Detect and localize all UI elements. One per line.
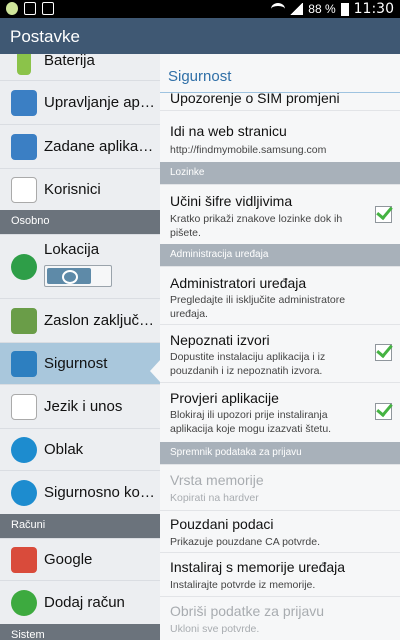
setting-title: Pouzdani podaci	[170, 516, 274, 532]
detail-pane[interactable]: Upozorenje o SIM promjeni Sigurnost Idi …	[160, 54, 400, 640]
setting-verify-apps[interactable]: Provjeri aplikacije Blokiraj ili upozori…	[160, 382, 400, 442]
setting-device-admins[interactable]: Administratori uređaja Pregledajte ili i…	[160, 266, 400, 324]
menu-item-users[interactable]: Korisnici	[0, 168, 160, 210]
menu-item-label: Zadane aplikacije	[44, 138, 156, 155]
setting-subtitle: Dopustite instalaciju aplikacija i iz po…	[170, 351, 326, 377]
menu-item-label: Jezik i unos	[44, 398, 123, 415]
toggle-knob	[47, 268, 91, 284]
section-header-sistem: Sistem	[0, 624, 160, 640]
setting-title: Provjeri aplikacije	[170, 390, 279, 406]
google-icon	[11, 547, 37, 573]
setting-subtitle: Kopirati na hardver	[170, 492, 259, 504]
menu-item-label: Zaslon zaključavanja	[44, 312, 156, 329]
setting-subtitle: Instalirajte potvrde iz memorije.	[170, 579, 316, 591]
notification-icons	[6, 2, 54, 15]
setting-subtitle: Ukloni sve potvrde.	[170, 623, 260, 635]
notification-icon	[6, 2, 18, 15]
pane-title-bar: Sigurnost	[160, 54, 400, 93]
menu-item-lock-screen[interactable]: Zaslon zaključavanja	[0, 298, 160, 342]
status-bar: 88 % 11:30	[0, 0, 400, 18]
menu-item-label: Baterija	[44, 54, 95, 69]
menu-item-language[interactable]: Jezik i unos	[0, 384, 160, 428]
setting-title: Nepoznati izvori	[170, 332, 270, 348]
add-icon	[11, 590, 37, 616]
menu-item-battery[interactable]: Baterija	[0, 54, 160, 80]
battery-icon	[17, 54, 31, 75]
battery-icon	[340, 2, 349, 16]
menu-item-backup[interactable]: Sigurnosno kopiranje	[0, 470, 160, 514]
menu-item-location[interactable]: Lokacija	[0, 234, 160, 298]
menu-item-cloud[interactable]: Oblak	[0, 428, 160, 470]
setting-unknown-sources[interactable]: Nepoznati izvori Dopustite instalaciju a…	[160, 324, 400, 382]
action-bar: Postavke	[0, 18, 400, 54]
menu-item-default-apps[interactable]: Zadane aplikacije	[0, 124, 160, 168]
section-header-storage: Spremnik podataka za prijavu	[160, 442, 400, 464]
setting-subtitle: Prikazuje pouzdane CA potvrde.	[170, 536, 321, 548]
setting-title: Obriši podatke za prijavu	[170, 603, 325, 619]
menu-item-add-account[interactable]: Dodaj račun	[0, 580, 160, 624]
location-icon	[11, 254, 37, 280]
language-icon	[11, 394, 37, 420]
section-header-admin: Administracija uređaja	[160, 244, 400, 266]
menu-item-app-manager[interactable]: Upravljanje aplikacijama	[0, 80, 160, 124]
title-divider	[160, 92, 400, 93]
page-title: Sigurnost	[168, 68, 232, 85]
menu-item-google[interactable]: Google	[0, 538, 160, 580]
setting-storage-type: Vrsta memorije Kopirati na hardver	[160, 464, 400, 510]
section-header-racuni: Računi	[0, 514, 160, 538]
setting-subtitle: Kratko prikaži znakove lozinke dok ih pi…	[170, 213, 343, 239]
menu-item-label: Sigurnost	[44, 355, 108, 372]
wifi-icon	[271, 3, 286, 15]
setting-subtitle: http://findmymobile.samsung.com	[170, 144, 327, 156]
section-header-osobno: Osobno	[0, 210, 160, 234]
setting-title: Idi na web stranicu	[170, 123, 287, 139]
menu-item-label: Google	[44, 551, 93, 568]
setting-title: Instaliraj s memorije uređaja	[170, 559, 346, 575]
menu-item-label: Sigurnosno kopiranje	[44, 484, 156, 501]
verify-apps-checkbox[interactable]	[375, 403, 392, 420]
signal-icon	[290, 3, 304, 15]
menu-item-security[interactable]: Sigurnost	[0, 342, 160, 384]
app-manager-icon	[11, 90, 37, 116]
location-toggle[interactable]	[44, 265, 112, 287]
menu-item-label: Korisnici	[44, 181, 101, 198]
setting-trusted-credentials[interactable]: Pouzdani podaci Prikazuje pouzdane CA po…	[160, 510, 400, 552]
screenshot-icon	[42, 2, 54, 15]
setting-web[interactable]: Idi na web stranicu http://findmymobile.…	[160, 110, 400, 162]
menu-item-label: Upravljanje aplikacijama	[44, 94, 156, 111]
show-passwords-checkbox[interactable]	[375, 206, 392, 223]
app-title: Postavke	[10, 27, 80, 46]
sd-card-icon	[24, 2, 36, 15]
section-header-passwords: Lozinke	[160, 162, 400, 184]
lock-screen-icon	[11, 308, 37, 334]
battery-percent: 88 %	[308, 2, 336, 16]
setting-title: Administratori uređaja	[170, 275, 307, 291]
setting-title: Vrsta memorije	[170, 472, 264, 488]
menu-item-label: Oblak	[44, 441, 84, 458]
setting-clear-credentials: Obriši podatke za prijavu Ukloni sve pot…	[160, 596, 400, 640]
user-icon	[11, 177, 37, 203]
setting-subtitle: Blokiraj ili upozori prije instaliranja …	[170, 409, 332, 435]
setting-subtitle: Pregledajte ili isključite administrator…	[170, 294, 346, 320]
cloud-icon	[11, 437, 37, 463]
default-apps-icon	[11, 134, 37, 160]
unknown-sources-checkbox[interactable]	[375, 344, 392, 361]
setting-show-passwords[interactable]: Učini šifre vidljivima Kratko prikaži zn…	[160, 184, 400, 244]
setting-title: Učini šifre vidljivima	[170, 193, 293, 209]
clock: 11:30	[353, 1, 394, 17]
menu-item-label: Dodaj račun	[44, 594, 125, 611]
lock-icon	[11, 351, 37, 377]
settings-menu[interactable]: Baterija Upravljanje aplikacijama Zadane…	[0, 54, 160, 640]
setting-install-from-storage[interactable]: Instaliraj s memorije uređaja Instaliraj…	[160, 552, 400, 596]
menu-item-label: Lokacija	[44, 241, 100, 258]
backup-icon	[11, 480, 37, 506]
